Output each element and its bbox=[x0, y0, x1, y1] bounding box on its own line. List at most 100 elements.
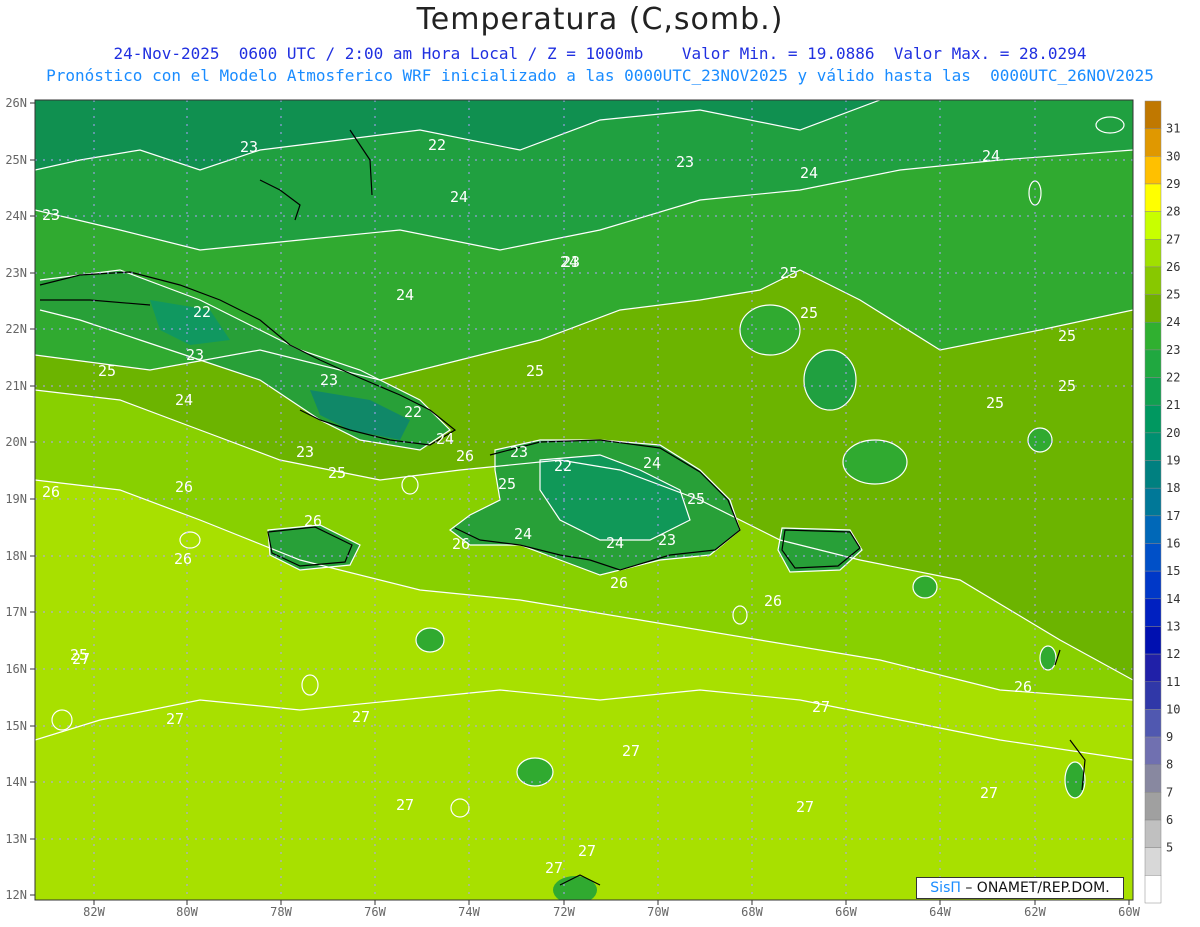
contour-label: 27 bbox=[622, 742, 640, 760]
colorbar-label: 21 bbox=[1166, 398, 1180, 412]
colorbar-swatch bbox=[1144, 570, 1162, 600]
colorbar-swatch bbox=[1144, 515, 1162, 544]
colorbar-label: 13 bbox=[1166, 619, 1180, 633]
contour-label: 25 bbox=[986, 394, 1004, 412]
colorbar-label: 22 bbox=[1166, 371, 1180, 385]
contour-label: 27 bbox=[980, 784, 998, 802]
colorbar-swatch bbox=[1144, 626, 1162, 655]
contour-label: 27 bbox=[352, 708, 370, 726]
lon-label: 76W bbox=[364, 905, 386, 919]
contour-label: 26 bbox=[42, 483, 60, 501]
colorbar-label: 15 bbox=[1166, 564, 1180, 578]
colorbar-swatch bbox=[1144, 819, 1162, 848]
colorbar-swatch bbox=[1144, 156, 1162, 185]
contour-label: 26 bbox=[456, 447, 474, 465]
contour-label: 22 bbox=[554, 457, 572, 475]
temperature-map: 23 22 23 24 23 23 24 24 25 24 22 23 25 2… bbox=[5, 96, 1180, 919]
contour-label: 23 bbox=[320, 371, 338, 389]
colorbar-swatch bbox=[1144, 709, 1162, 738]
colorbar-label: 23 bbox=[1166, 343, 1180, 357]
contour-label: 27 bbox=[545, 859, 563, 877]
lon-label: 66W bbox=[835, 905, 857, 919]
contour-label: 25 bbox=[498, 475, 516, 493]
colorbar-label: 30 bbox=[1166, 149, 1180, 163]
lat-label: 16N bbox=[5, 662, 27, 676]
colorbar-swatch bbox=[1144, 239, 1162, 268]
lon-label: 60W bbox=[1118, 905, 1140, 919]
contour-label: 26 bbox=[304, 512, 322, 530]
contour-label: 22 bbox=[404, 403, 422, 421]
colorbar: 31 30 29 28 27 26 25 24 23 22 21 20 19 18 17 16 15 14 13 12… bbox=[1144, 100, 1180, 904]
lat-label: 13N bbox=[5, 832, 27, 846]
lon-label: 70W bbox=[647, 905, 669, 919]
lat-label: 21N bbox=[5, 379, 27, 393]
colorbar-label: 25 bbox=[1166, 288, 1180, 302]
colorbar-swatch bbox=[1144, 294, 1162, 323]
lat-ticks bbox=[30, 102, 35, 896]
contour-label: 22 bbox=[193, 303, 211, 321]
colorbar-label: 16 bbox=[1166, 536, 1180, 550]
lat-label: 26N bbox=[5, 96, 27, 110]
colorbar-label: 19 bbox=[1166, 454, 1180, 468]
contour-label: 26 bbox=[174, 550, 192, 568]
colorbar-label: 8 bbox=[1166, 758, 1173, 772]
contour-label: 25 bbox=[687, 490, 705, 508]
colorbar-label: 20 bbox=[1166, 426, 1180, 440]
colorbar-swatch bbox=[1144, 736, 1162, 765]
lon-label: 64W bbox=[929, 905, 951, 919]
contour-label: 27 bbox=[578, 842, 596, 860]
contour-label: 27 bbox=[796, 798, 814, 816]
contour-label: 27 bbox=[812, 698, 830, 716]
contour-label: 25 bbox=[328, 464, 346, 482]
contour-label: 23 bbox=[186, 346, 204, 364]
contour-label: 23 bbox=[296, 443, 314, 461]
colorbar-swatch bbox=[1144, 792, 1162, 821]
colorbar-label: 17 bbox=[1166, 509, 1180, 523]
colorbar-label: 18 bbox=[1166, 481, 1180, 495]
contour-label: 23 bbox=[42, 206, 60, 224]
colorbar-swatch bbox=[1144, 543, 1162, 572]
colorbar-swatch bbox=[1144, 183, 1162, 212]
colorbar-swatch bbox=[1144, 681, 1162, 710]
colorbar-swatch bbox=[1144, 266, 1162, 295]
colorbar-label: 5 bbox=[1166, 841, 1173, 855]
contour-label: 24 bbox=[800, 164, 818, 182]
contour-label: 24 bbox=[560, 253, 578, 271]
colorbar-label: 14 bbox=[1166, 592, 1180, 606]
contour-label: 24 bbox=[982, 147, 1000, 165]
contour-label: 23 bbox=[676, 153, 694, 171]
contour-label: 26 bbox=[452, 535, 470, 553]
credit-text: – ONAMET/REP.DOM. bbox=[960, 880, 1110, 896]
lat-label: 20N bbox=[5, 435, 27, 449]
lon-label: 72W bbox=[553, 905, 575, 919]
colorbar-swatch bbox=[1144, 653, 1162, 683]
contour-label: 22 bbox=[428, 136, 446, 154]
lon-label: 82W bbox=[83, 905, 105, 919]
colorbar-swatch bbox=[1144, 211, 1162, 240]
lon-label: 78W bbox=[270, 905, 292, 919]
colorbar-label: 7 bbox=[1166, 785, 1173, 799]
contour-label: 23 bbox=[658, 531, 676, 549]
longitude-axis: 82W 80W 78W 76W 74W 72W 70W 68W 66W 64W … bbox=[83, 905, 1140, 919]
credit-brand: SisΠ bbox=[930, 880, 961, 896]
lat-label: 22N bbox=[5, 322, 27, 336]
contour-label: 27 bbox=[166, 710, 184, 728]
contour-label: 26 bbox=[1014, 678, 1032, 696]
lat-label: 25N bbox=[5, 153, 27, 167]
colorbar-label: 6 bbox=[1166, 813, 1173, 827]
contour-label: 25 bbox=[526, 362, 544, 380]
lat-label: 17N bbox=[5, 605, 27, 619]
colorbar-label: 26 bbox=[1166, 260, 1180, 274]
colorbar-swatch bbox=[1144, 598, 1162, 627]
contour-label: 24 bbox=[175, 391, 193, 409]
lon-label: 80W bbox=[176, 905, 198, 919]
contour-label: 24 bbox=[436, 430, 454, 448]
colorbar-swatch bbox=[1144, 847, 1162, 876]
colorbar-swatch bbox=[1144, 404, 1162, 434]
lon-label: 74W bbox=[458, 905, 480, 919]
contour-label: 23 bbox=[510, 443, 528, 461]
contour-label: 27 bbox=[72, 650, 90, 668]
contour-label: 24 bbox=[450, 188, 468, 206]
colorbar-label: 12 bbox=[1166, 647, 1180, 661]
contour-label: 27 bbox=[396, 796, 414, 814]
